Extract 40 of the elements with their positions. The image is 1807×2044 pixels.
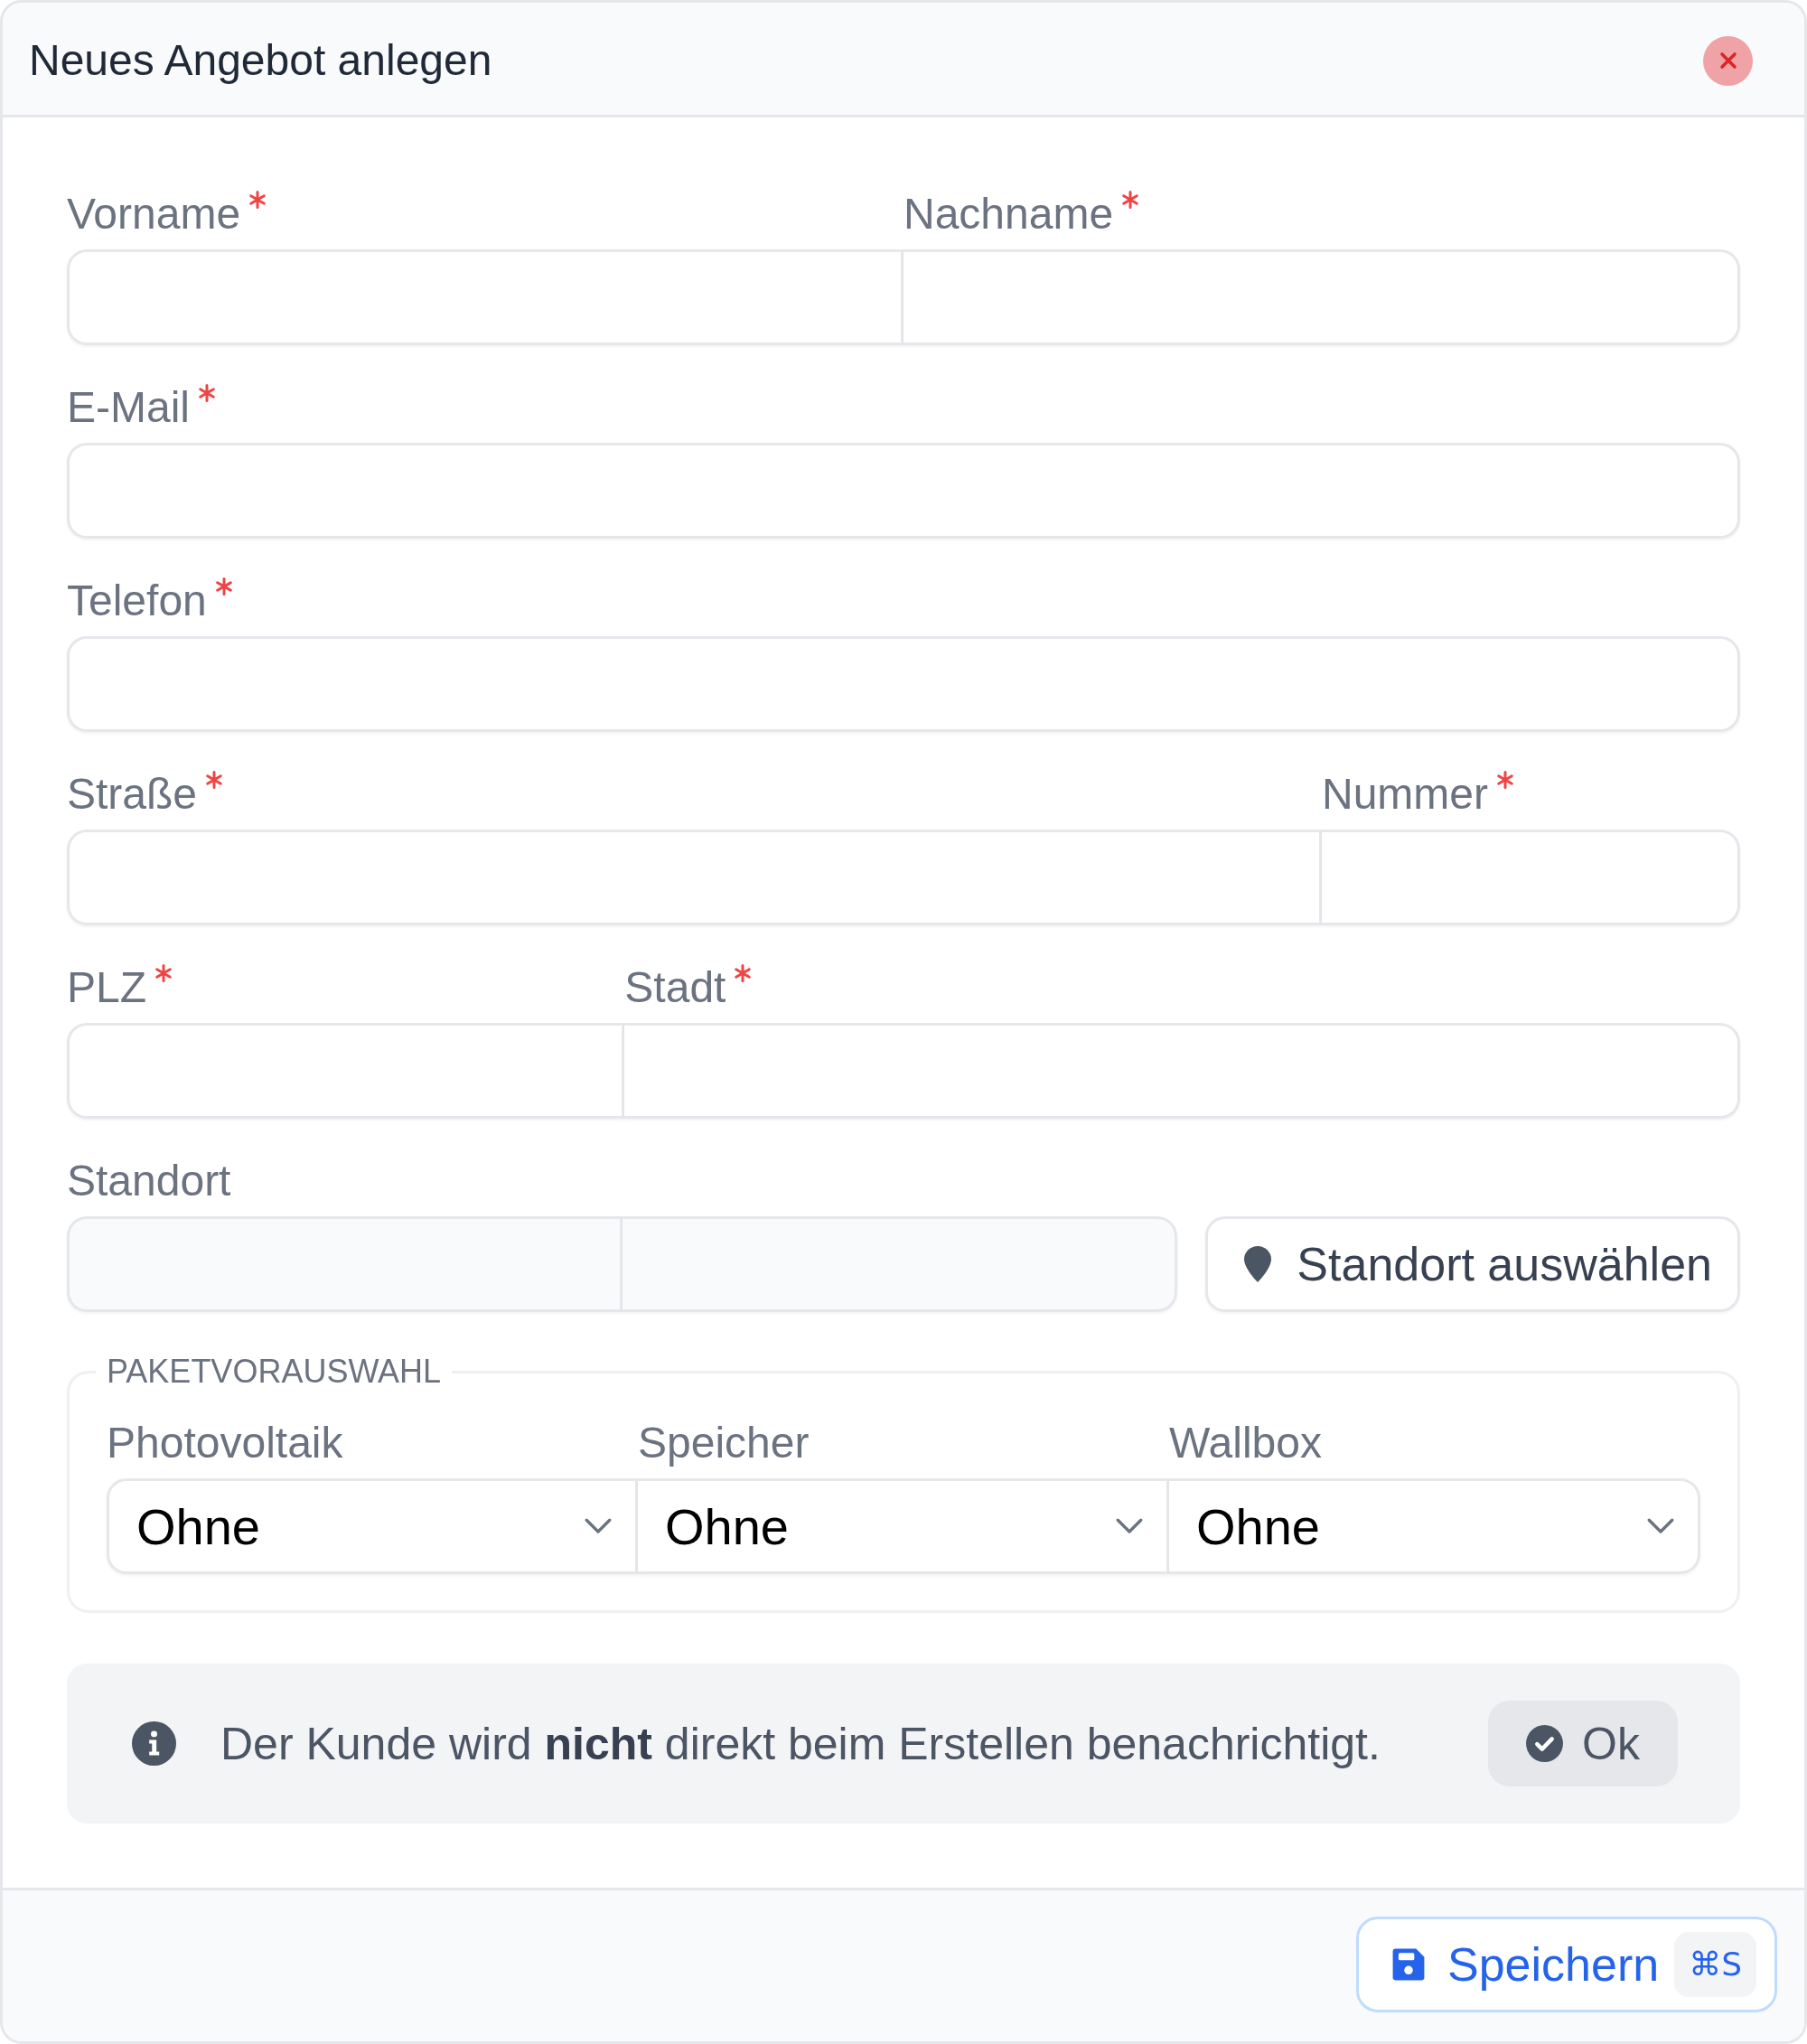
input-field[interactable] [67,443,1740,539]
field-label: Telefon [67,576,207,626]
keyboard-shortcut: ⌘S [1674,1932,1756,1997]
field-label: Photovoltaik [107,1418,343,1468]
chevron-down-icon [1116,1518,1143,1534]
select-location-button[interactable]: Standort auswählen [1205,1216,1740,1312]
map-pin-icon [1244,1246,1272,1282]
close-button[interactable] [1703,35,1753,86]
field-label: Nummer [1322,769,1488,820]
input-field[interactable] [67,1216,623,1312]
check-circle-icon [1526,1725,1564,1762]
fieldset-legend: PAKETVORAUSWAHL [96,1354,453,1390]
input-field[interactable] [624,1023,1740,1119]
save-button[interactable]: Speichern ⌘S [1356,1917,1777,2012]
info-icon [132,1721,176,1766]
dropdown[interactable]: Ohne [638,1478,1169,1574]
field-label: E-Mail [67,382,190,433]
ok-button[interactable]: Ok [1488,1701,1678,1786]
input-field[interactable] [67,636,1740,732]
field-label: Standort [67,1156,231,1206]
chevron-down-icon [1647,1518,1674,1534]
field-label: PLZ [67,962,147,1013]
input-field[interactable] [67,1023,625,1119]
dialog-title: Neues Angebot anlegen [29,35,492,86]
input-field[interactable] [904,249,1740,345]
input-field[interactable] [622,1216,1178,1312]
field-label: Wallbox [1169,1418,1322,1468]
input-field[interactable] [67,249,904,345]
field-label: Straße [67,769,198,820]
close-icon [1718,52,1737,70]
field-label: Speicher [638,1418,810,1468]
input-field[interactable] [67,830,1322,925]
field-label: Vorname [67,189,241,239]
dropdown[interactable]: Ohne [107,1478,638,1574]
field-label: Nachname [904,189,1114,239]
input-field[interactable] [1322,830,1740,925]
chevron-down-icon [585,1518,612,1534]
notice-text: Der Kunde wird nicht direkt beim Erstellen benachrichtigt. [220,1717,1381,1770]
dropdown[interactable]: Ohne [1169,1478,1700,1574]
field-label: Stadt [624,962,726,1013]
